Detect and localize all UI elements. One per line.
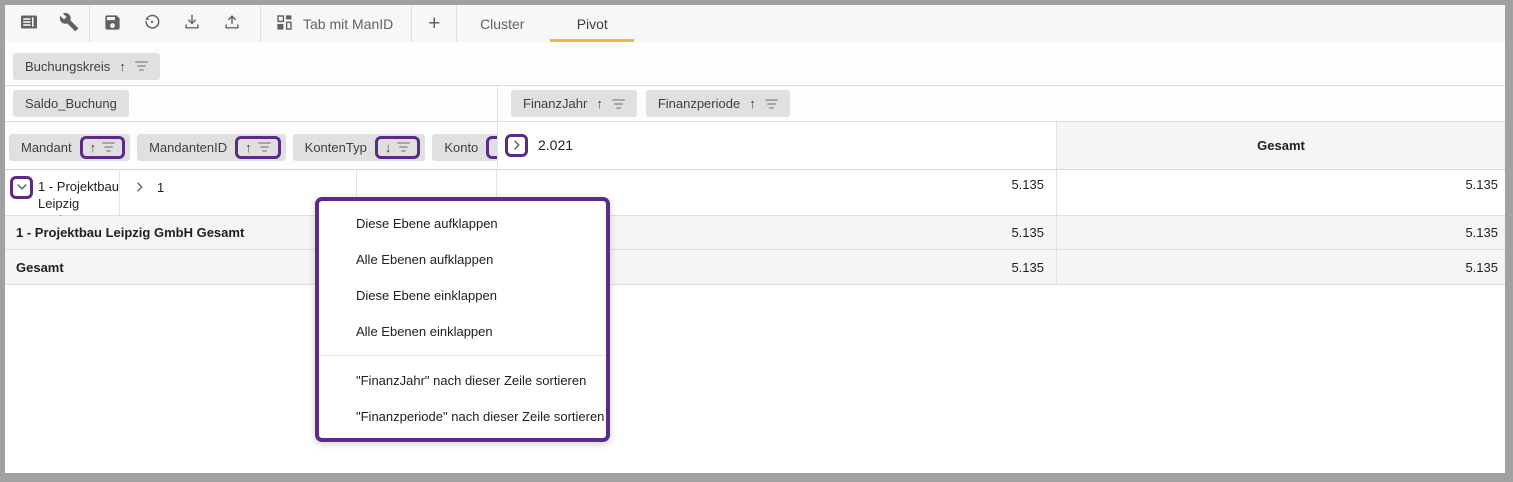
measure-chip-saldo-buchung[interactable]: Saldo_Buchung — [13, 90, 129, 117]
mandantenid-sort-filter-button[interactable]: ↑ — [235, 136, 281, 159]
panel-icon — [19, 12, 39, 35]
kontentyp-sort-filter-button[interactable]: ↓ — [375, 136, 421, 159]
menu-item-collapse-level[interactable]: Diese Ebene einklappen — [319, 277, 606, 313]
chevron-right-icon[interactable] — [135, 179, 145, 197]
mandantenid-value: 1 — [157, 179, 164, 196]
total-value-cell: 5.135 — [1057, 216, 1505, 249]
row-collapse-button[interactable] — [10, 176, 33, 199]
pivot-subtotal-row: 1 - Projektbau Leipzig GmbH Gesamt 5.135… — [5, 216, 1505, 250]
save-icon — [103, 13, 122, 35]
mandant-cell: 1 - Projektbau Leipzig GmbH — [5, 170, 120, 215]
tab-pivot[interactable]: Pivot — [547, 5, 637, 42]
field-label: Buchungskreis — [25, 59, 110, 74]
field-label: Konto — [444, 140, 478, 155]
grand-total-label: Gesamt — [16, 259, 64, 276]
filter-icon — [258, 142, 271, 152]
tab-mit-manid-button[interactable]: Tab mit ManID — [261, 5, 411, 42]
year-column-header: 2.021 — [538, 137, 573, 154]
pivot-data-row: 1 - Projektbau Leipzig GmbH 1 5.135 5.13… — [5, 170, 1505, 216]
add-tab-button[interactable]: + — [412, 5, 456, 42]
menu-item-expand-all[interactable]: Alle Ebenen aufklappen — [319, 241, 606, 277]
filter-icon — [135, 61, 148, 71]
menu-item-expand-level[interactable]: Diese Ebene aufklappen — [319, 205, 606, 241]
row-fields-area: Mandant ↑ MandantenID ↑ KontenTyp — [5, 122, 497, 169]
pivot-page: Tab mit ManID + Cluster Pivot Buchungskr… — [5, 5, 1505, 473]
history-icon — [142, 12, 162, 35]
tab-mit-manid-label: Tab mit ManID — [303, 16, 393, 32]
tab-cluster-label: Cluster — [480, 16, 524, 32]
field-label: KontenTyp — [305, 140, 367, 155]
year-value: 5.135 — [1011, 225, 1044, 240]
menu-item-sort-finanzjahr[interactable]: "FinanzJahr" nach dieser Zeile sortieren — [319, 362, 606, 398]
toolbar-separator — [89, 5, 90, 42]
history-button[interactable] — [132, 5, 172, 42]
upload-icon — [222, 12, 242, 35]
year-expand-button[interactable] — [505, 134, 528, 157]
field-chip-finanzjahr[interactable]: FinanzJahr ↑ — [511, 90, 637, 117]
field-chip-mandantenid[interactable]: MandantenID ↑ — [137, 134, 286, 161]
pivot-grand-total-row: Gesamt 5.135 5.135 — [5, 250, 1505, 285]
field-label: MandantenID — [149, 140, 227, 155]
year-column-header-cell: 2.021 — [497, 122, 1057, 169]
wrench-icon — [59, 12, 79, 35]
year-value: 5.135 — [497, 177, 1044, 192]
download-button[interactable] — [172, 5, 212, 42]
filter-icon — [397, 142, 410, 152]
field-chip-kontentyp[interactable]: KontenTyp ↓ — [293, 134, 426, 161]
total-value-cell: 5.135 — [1057, 170, 1505, 215]
field-label: Finanzperiode — [658, 96, 740, 111]
field-label: Mandant — [21, 140, 72, 155]
total-column-header: Gesamt — [1257, 137, 1305, 154]
mandant-sort-filter-button[interactable]: ↑ — [80, 136, 126, 159]
filter-icon — [612, 99, 625, 109]
settings-button[interactable] — [49, 5, 89, 42]
menu-item-collapse-all[interactable]: Alle Ebenen einklappen — [319, 313, 606, 349]
app-window: Tab mit ManID + Cluster Pivot Buchungskr… — [0, 0, 1513, 482]
filter-area-row: Buchungskreis ↑ — [5, 42, 1505, 86]
save-button[interactable] — [92, 5, 132, 42]
sort-ascending-icon: ↑ — [90, 141, 97, 154]
sort-ascending-icon: ↑ — [596, 97, 603, 110]
measure-area: Saldo_Buchung — [5, 86, 497, 121]
total-value: 5.135 — [1057, 177, 1498, 192]
measure-column-fields-row: Saldo_Buchung FinanzJahr ↑ Finanzperiode… — [5, 86, 1505, 122]
download-icon — [182, 12, 202, 35]
total-value: 5.135 — [1465, 260, 1498, 275]
total-column-header-cell: Gesamt — [1057, 122, 1505, 169]
measure-label: Saldo_Buchung — [25, 96, 117, 111]
total-value: 5.135 — [1465, 225, 1498, 240]
toolbar: Tab mit ManID + Cluster Pivot — [5, 5, 1505, 43]
total-value-cell: 5.135 — [1057, 250, 1505, 284]
tab-pivot-label: Pivot — [577, 16, 608, 32]
sort-ascending-icon: ↑ — [245, 141, 252, 154]
year-value: 5.135 — [1011, 260, 1044, 275]
menu-separator — [319, 355, 606, 356]
sort-ascending-icon: ↑ — [119, 60, 126, 73]
subtotal-label: 1 - Projektbau Leipzig GmbH Gesamt — [16, 224, 244, 241]
upload-button[interactable] — [212, 5, 252, 42]
filter-icon — [765, 99, 778, 109]
filter-icon — [102, 142, 115, 152]
dashboard-grid-icon — [275, 13, 294, 35]
chevron-down-icon — [17, 180, 27, 195]
field-label: FinanzJahr — [523, 96, 587, 111]
panel-toggle-button[interactable] — [9, 5, 49, 42]
tab-cluster[interactable]: Cluster — [457, 5, 547, 42]
pivot-header-row: Mandant ↑ MandantenID ↑ KontenTyp — [5, 122, 1505, 170]
sort-descending-icon: ↓ — [385, 141, 392, 154]
menu-item-sort-finanzperiode[interactable]: "Finanzperiode" nach dieser Zeile sortie… — [319, 398, 606, 434]
field-chip-mandant[interactable]: Mandant ↑ — [9, 134, 130, 161]
field-chip-buchungskreis[interactable]: Buchungskreis ↑ — [13, 53, 160, 80]
field-chip-finanzperiode[interactable]: Finanzperiode ↑ — [646, 90, 790, 117]
sort-ascending-icon: ↑ — [749, 97, 756, 110]
column-fields-area: FinanzJahr ↑ Finanzperiode ↑ — [497, 86, 1505, 121]
row-context-menu: Diese Ebene aufklappen Alle Ebenen aufkl… — [315, 197, 610, 442]
chevron-right-icon — [512, 138, 522, 153]
